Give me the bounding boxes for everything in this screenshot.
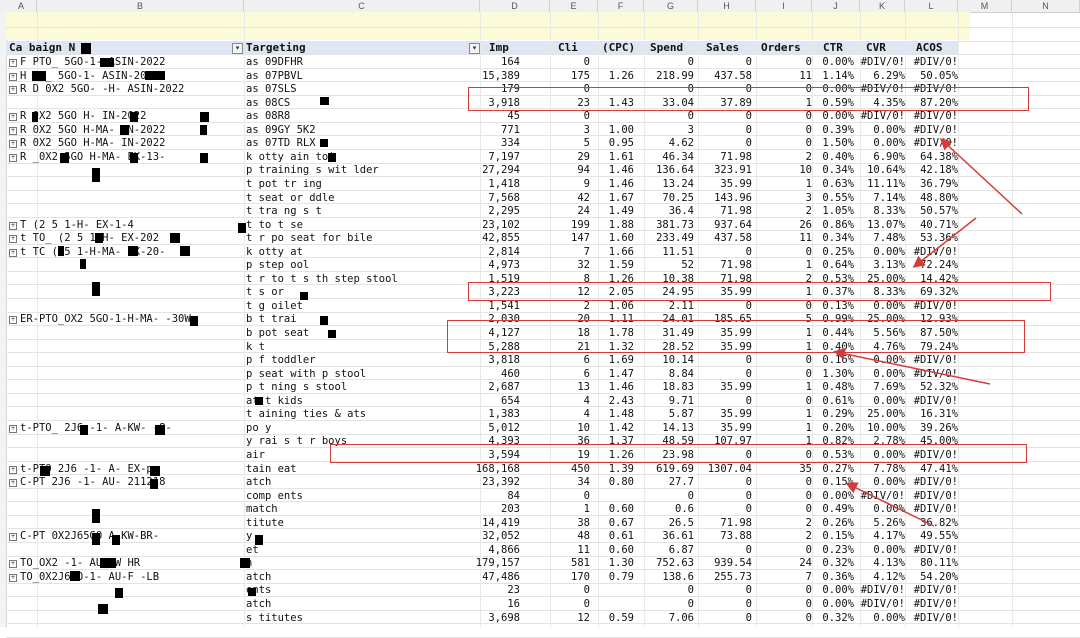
arrow-4 — [845, 482, 935, 527]
header-sales: Sales — [706, 41, 740, 54]
header-targeting: Targeting — [246, 41, 306, 54]
arrow-3 — [833, 347, 991, 385]
header-acos: ACOS — [916, 41, 943, 54]
header-spend: Spend — [650, 41, 684, 54]
header-cpc: (CPC) — [602, 41, 636, 54]
arrow-1 — [939, 137, 1023, 215]
header-campaign: Ca baign N — [9, 41, 76, 54]
targeting-filter-button[interactable]: ▾ — [469, 43, 480, 54]
campaign-filter-button[interactable]: ▾ — [232, 43, 243, 54]
header-orders: Orders — [761, 41, 801, 54]
annotation-arrows — [833, 137, 1023, 527]
header-ctr: CTR — [823, 41, 843, 54]
arrow-2 — [912, 217, 977, 268]
header-cvr: CVR — [866, 41, 886, 54]
spreadsheet: ABCDEFGHIJKLMN + F PTO_ 5GO-1- ASIN-2022 a… — [0, 0, 1080, 638]
header-cli: Cli — [558, 41, 578, 54]
header-imp: Imp — [489, 41, 509, 54]
